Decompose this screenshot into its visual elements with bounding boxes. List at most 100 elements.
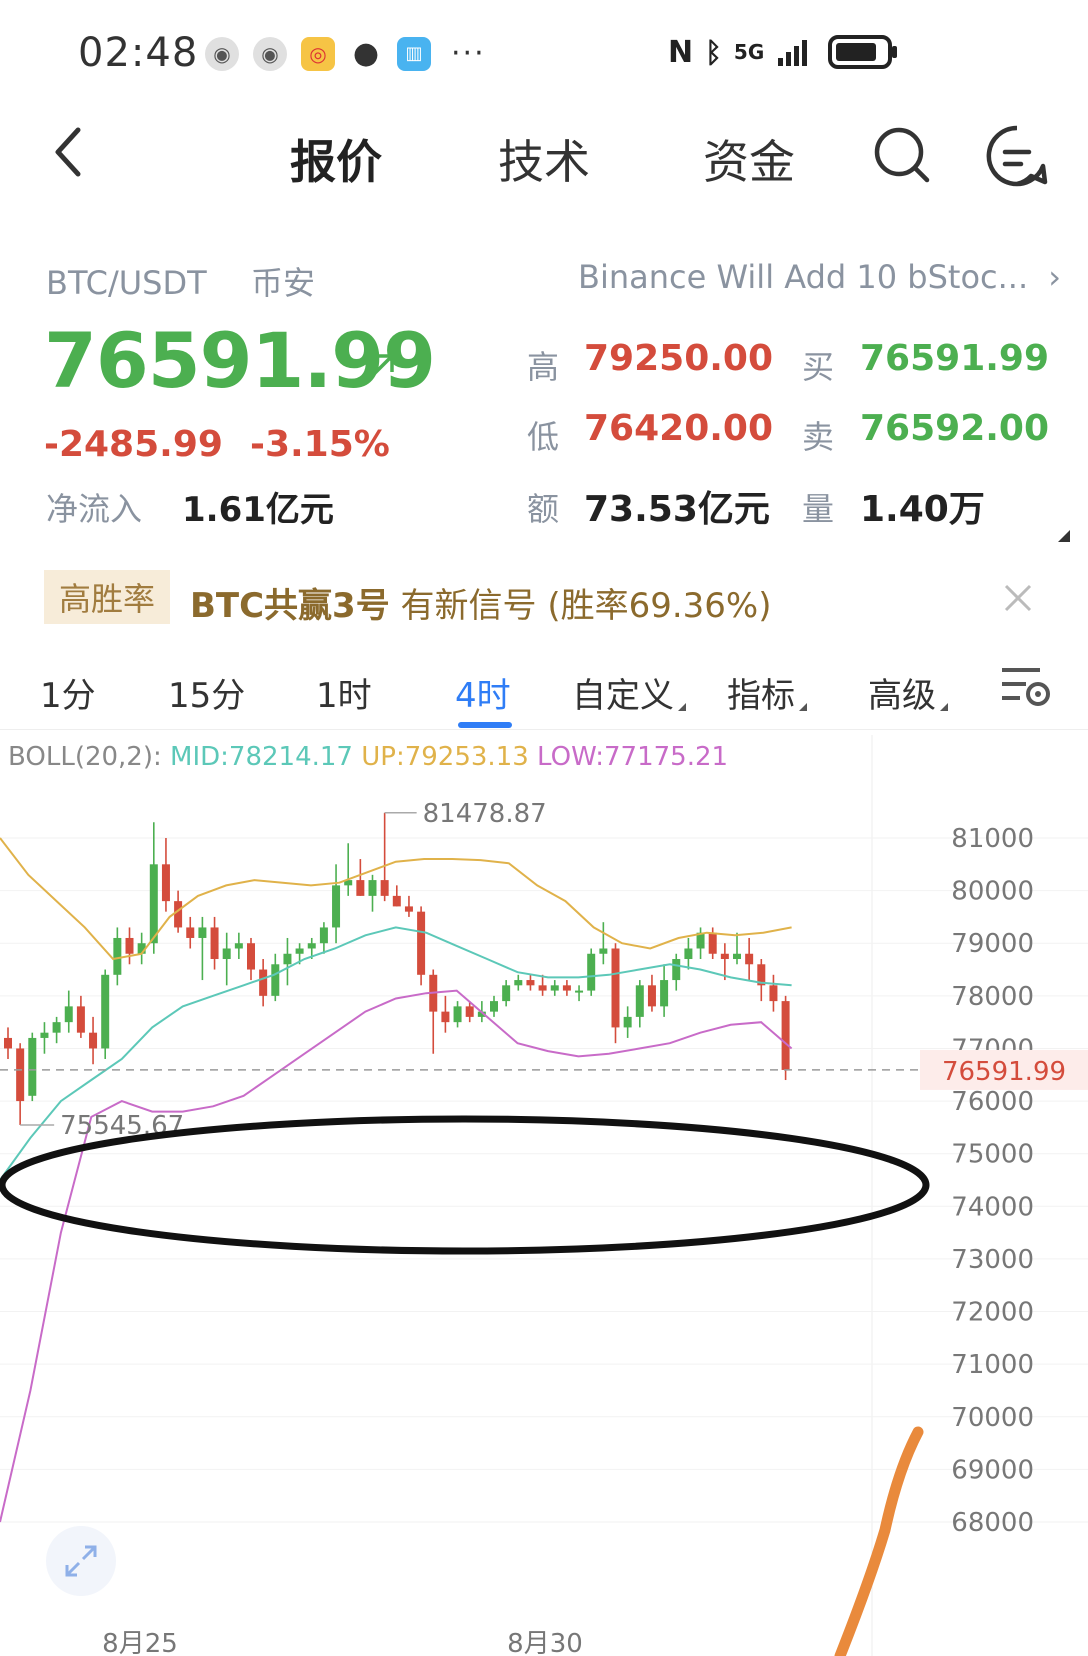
candle-body [198,927,207,938]
candle-body [125,937,134,954]
trend-up-arrow-icon [366,354,394,382]
app-icon-2: ◉ [253,36,287,71]
nfc-icon: N [668,34,694,70]
candle-body [404,906,413,912]
candle-body [271,964,280,996]
candle-body [562,985,571,991]
y-tick-label: 71000 [951,1350,1034,1380]
caret-icon [940,703,948,711]
candle-body [453,1006,462,1023]
search-icon[interactable] [873,126,933,186]
y-tick-label: 81000 [951,824,1034,854]
candle-body [307,943,316,949]
candle-body [660,980,669,1007]
price-change-pct: -3.15% [250,424,390,465]
timeframe-custom[interactable]: 自定义 [572,668,686,717]
netflow-value: 1.61亿元 [182,490,334,530]
candle-body [174,901,183,928]
candle-body [319,927,328,944]
timeframe-1m[interactable]: 1分 [40,668,96,717]
status-app-icons: ◉ ◉ ◎ ● ▥ ··· [205,36,486,71]
high-label: 高 [527,348,560,386]
ask-value: 76592.00 [860,408,1050,449]
back-icon[interactable] [48,122,88,182]
candle-body [234,943,243,949]
candle-body [720,953,729,960]
candle-body [368,880,377,896]
kline-chart[interactable]: 8100080000790007800077000760007500074000… [0,735,1088,1656]
timeframe-4h[interactable]: 4时 [455,668,511,717]
battery-icon [828,35,898,69]
news-text: Binance Will Add 10 bStoc... [578,258,1029,296]
candle-body [149,864,158,944]
candle-body [40,1032,49,1038]
caret-icon [799,703,807,711]
more-notifications-icon: ··· [451,36,486,71]
chat-icon[interactable] [985,124,1049,188]
book-icon: ▥ [397,36,431,71]
price-change: -2485.99 [44,424,223,465]
signal-text: 有新信号 (胜率69.36%) [389,586,772,626]
indicator-menu[interactable]: 指标 [727,668,807,717]
candle-body [769,985,778,1002]
candle-body [647,985,656,1007]
high-value: 79250.00 [584,338,774,379]
chevron-right-icon: › [1048,258,1062,296]
status-time: 02:48 [78,30,199,76]
candle-body [52,1022,61,1033]
y-tick-label: 69000 [951,1455,1034,1485]
amount-value: 73.53亿元 [584,489,770,530]
candle-body [733,953,741,960]
timeframe-bar: 1分 15分 1时 4时 自定义 指标 高级 [0,660,1088,730]
x-tick-label: 8月25 [102,1629,178,1656]
signal-banner[interactable]: BTC共赢3号 有新信号 (胜率69.36%) [190,578,772,627]
tab-funds[interactable]: 资金 [703,126,795,192]
low-value: 76420.00 [584,408,774,449]
status-bar: 02:48 ◉ ◉ ◎ ● ▥ ··· N ᛒ 5G [0,0,1088,100]
expand-stats-icon[interactable] [1058,530,1070,542]
candle-body [295,948,304,954]
timeframe-1h[interactable]: 1时 [316,668,372,717]
candle-body [380,880,389,896]
chart-settings-icon[interactable] [1000,662,1052,710]
news-ticker[interactable]: Binance Will Add 10 bStoc... › [578,258,1061,296]
candle-body [76,1006,85,1033]
candle-body [161,864,170,902]
timeframe-15m[interactable]: 15分 [168,668,245,717]
candle-body [113,937,122,975]
current-price-label: 76591.99 [942,1057,1066,1087]
timeframe-custom-label: 自定义 [572,676,674,716]
candle-body [781,1001,790,1070]
active-tab-indicator [458,722,512,728]
candle-body [599,948,608,954]
low-label: 低 [527,418,560,456]
status-system-icons: N ᛒ 5G [668,34,900,70]
bid-value: 76591.99 [860,338,1050,379]
fullscreen-button[interactable] [46,1526,116,1596]
candle-body [587,953,596,991]
tab-technical[interactable]: 技术 [498,126,590,192]
candle-body [332,885,341,928]
exchange-name: 币安 [251,264,316,302]
volume-value: 1.40万 [860,489,985,530]
amount-label: 额 [527,490,560,528]
y-tick-label: 68000 [951,1508,1034,1538]
candle-body [16,1048,25,1102]
advanced-menu[interactable]: 高级 [868,668,948,717]
y-tick-label: 78000 [951,982,1034,1012]
candle-body [526,980,535,986]
candle-body [89,1032,98,1049]
volume-label: 量 [802,490,835,528]
y-tick-label: 75000 [951,1140,1034,1170]
candle-body [283,953,292,965]
max-marker-label: 81478.87 [423,799,547,829]
candle-body [392,895,401,907]
y-tick-label: 72000 [951,1298,1034,1328]
candle-body [538,985,547,991]
close-icon[interactable] [1000,580,1036,616]
candle-body [64,1006,73,1023]
tab-quote[interactable]: 报价 [290,126,382,192]
candle-body [623,1016,632,1028]
pair-name: BTC/USDT [46,264,207,302]
bid-label: 买 [802,348,835,386]
